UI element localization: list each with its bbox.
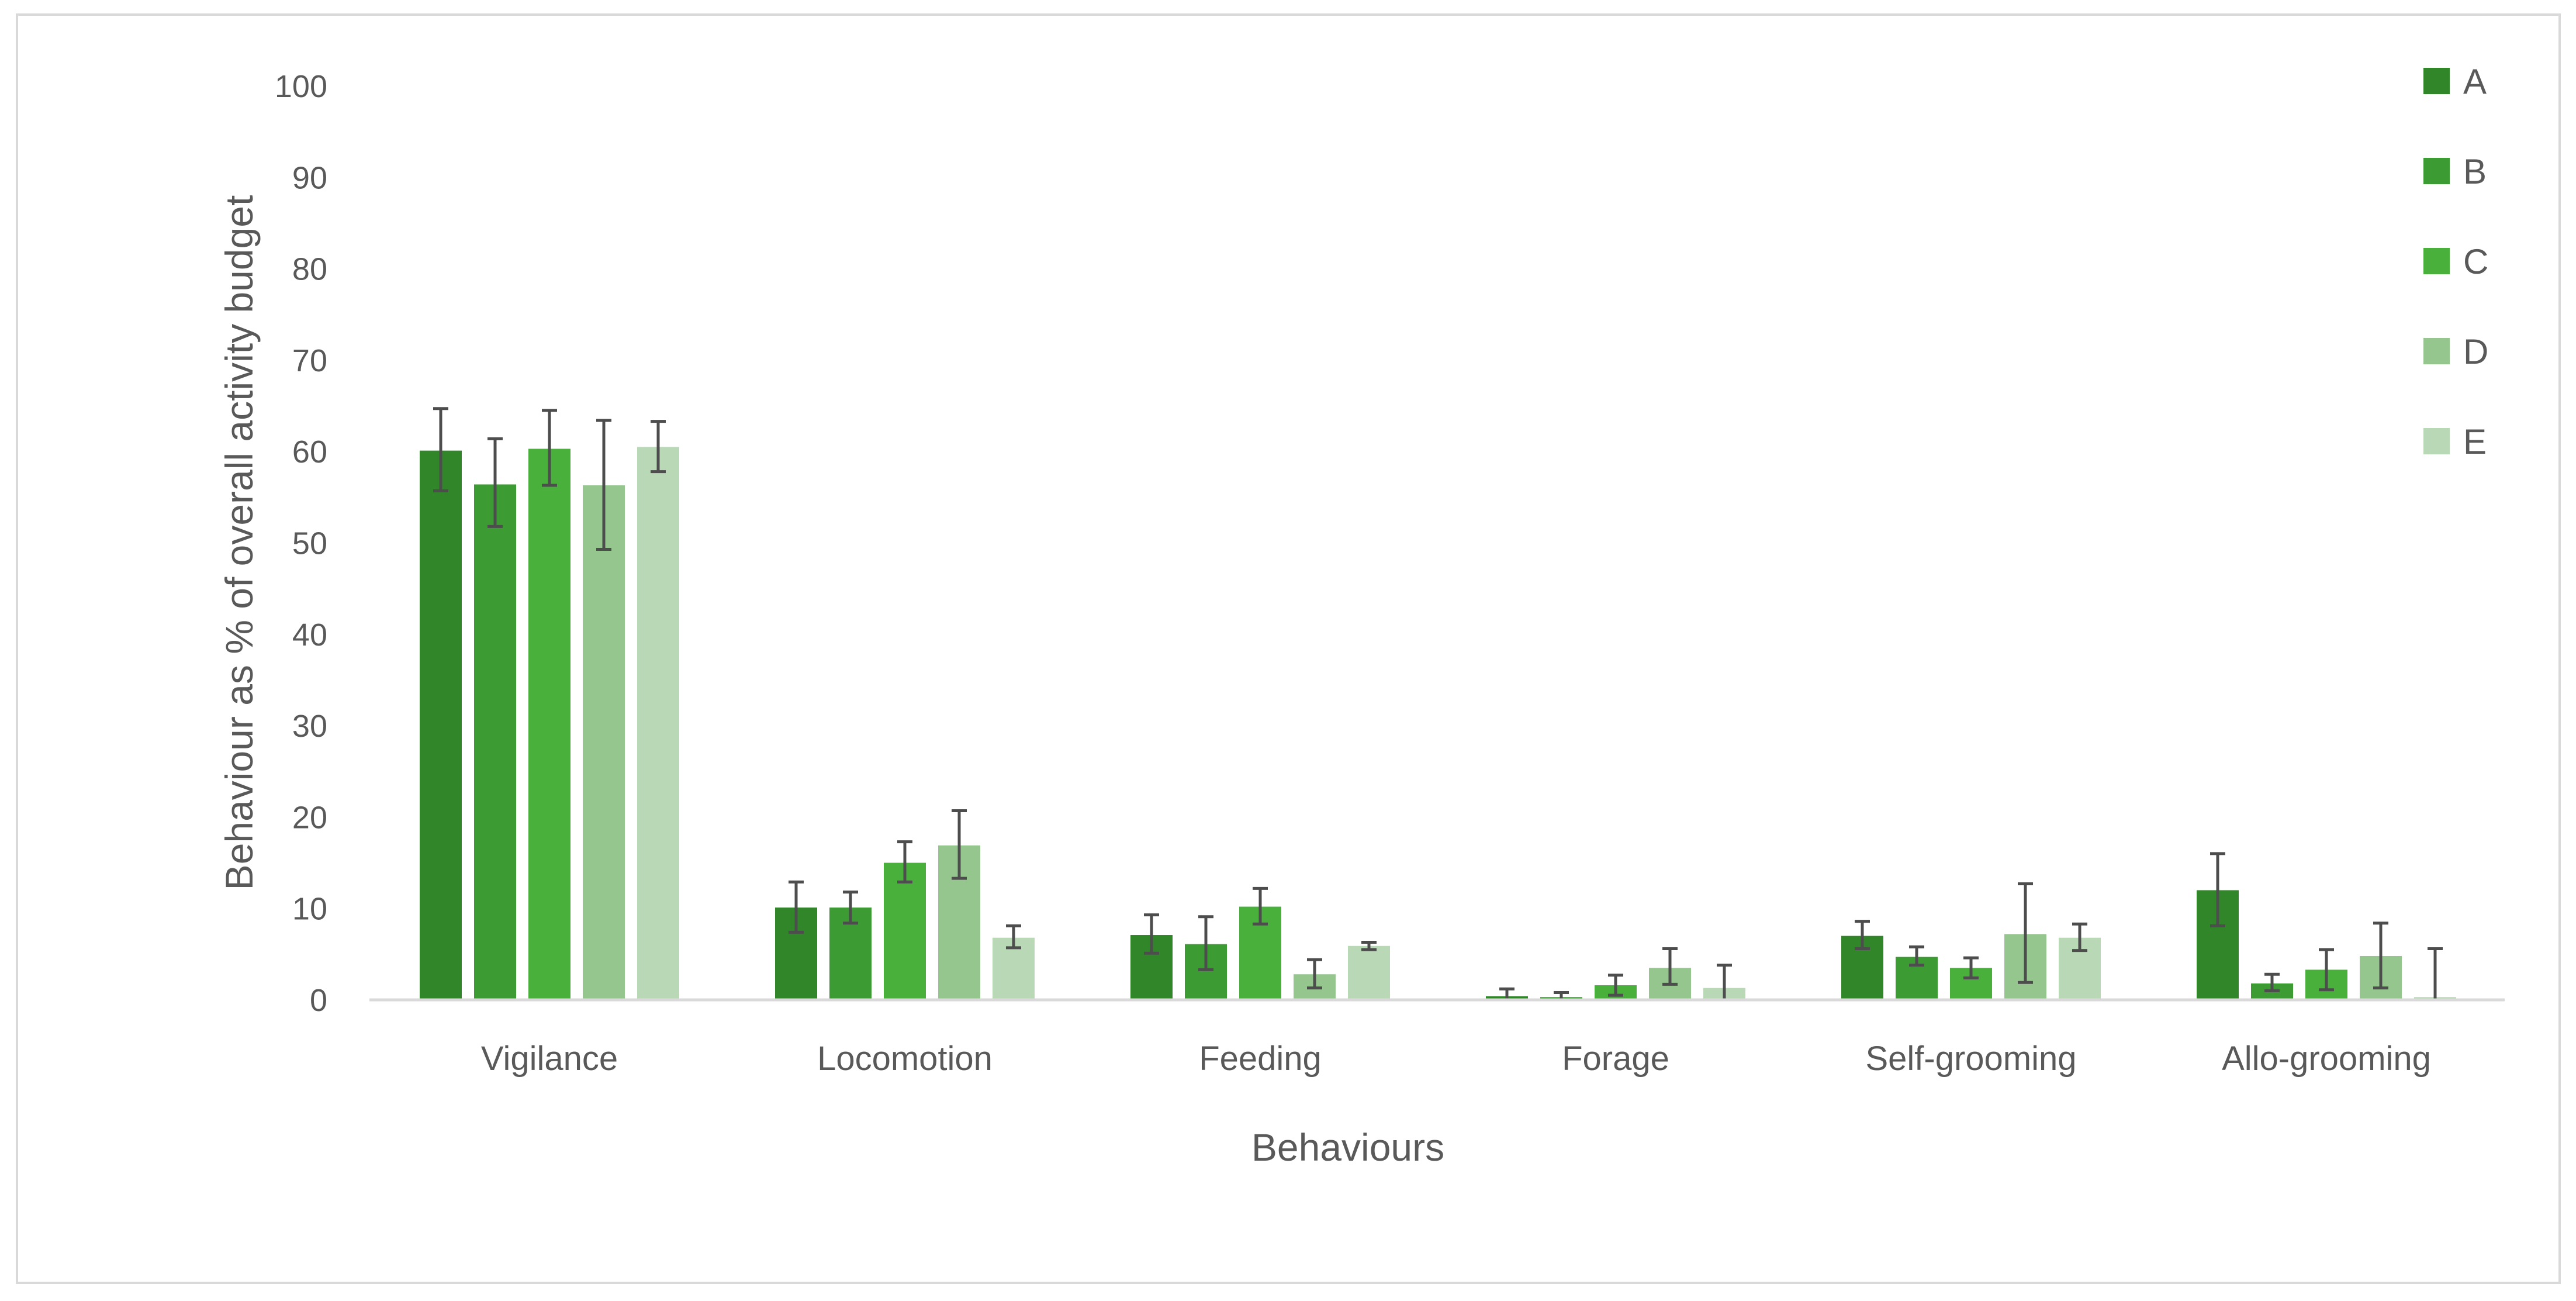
y-tick-label: 100 (275, 69, 327, 104)
x-axis-labels: Vigilance Locomotion Feeding Forage Self-gro… (481, 1040, 2431, 1078)
legend-item-a: A (2423, 62, 2487, 101)
x-tick-label: Forage (1562, 1040, 1669, 1078)
legend: A B C D E (2423, 62, 2488, 461)
legend-swatch (2423, 68, 2450, 94)
y-tick-label: 0 (310, 983, 327, 1018)
bar-e-vigilance (637, 447, 679, 1000)
x-tick-label: Feeding (1199, 1040, 1322, 1078)
bar-d-vigilance (583, 485, 625, 1000)
y-tick-label: 90 (292, 160, 327, 195)
legend-item-d: D (2423, 332, 2488, 371)
y-tick-label: 30 (292, 709, 327, 744)
legend-label: E (2463, 422, 2487, 461)
y-axis-title: Behaviour as % of overall activity budge… (217, 195, 261, 891)
legend-item-e: E (2423, 422, 2487, 461)
y-tick-label: 10 (292, 892, 327, 927)
y-axis: 0 10 20 30 40 50 60 70 80 90 100 (275, 69, 327, 1018)
legend-swatch (2423, 248, 2450, 274)
y-tick-label: 40 (292, 617, 327, 653)
legend-item-b: B (2423, 152, 2487, 191)
y-tick-label: 80 (292, 252, 327, 287)
legend-label: C (2463, 242, 2488, 281)
x-tick-label: Vigilance (481, 1040, 618, 1078)
legend-swatch (2423, 158, 2450, 184)
bar-chart: 0 10 20 30 40 50 60 70 80 90 100 Vigilance Locomoti… (217, 62, 2505, 1169)
legend-label: B (2463, 152, 2487, 191)
error-bar-e-allo-grooming (2428, 947, 2443, 1000)
bar-c-vigilance (528, 448, 570, 1000)
bar-a-vigilance (420, 450, 462, 1000)
legend-item-c: C (2423, 242, 2488, 281)
x-axis-title: Behaviours (1251, 1126, 1444, 1169)
x-tick-label: Self-grooming (1865, 1040, 2076, 1078)
y-tick-label: 60 (292, 434, 327, 470)
y-tick-label: 70 (292, 343, 327, 378)
x-tick-label: Locomotion (817, 1040, 993, 1078)
bar-e-feeding (1348, 945, 1390, 1000)
bars-layer (420, 447, 2456, 1000)
y-tick-label: 20 (292, 800, 327, 835)
bar-b-vigilance (474, 484, 516, 1000)
legend-label: D (2463, 332, 2488, 371)
legend-label: A (2463, 62, 2487, 101)
legend-swatch (2423, 338, 2450, 364)
legend-swatch (2423, 428, 2450, 454)
error-bars-layer (433, 407, 2443, 1000)
x-tick-label: Allo-grooming (2222, 1040, 2431, 1078)
y-tick-label: 50 (292, 526, 327, 561)
